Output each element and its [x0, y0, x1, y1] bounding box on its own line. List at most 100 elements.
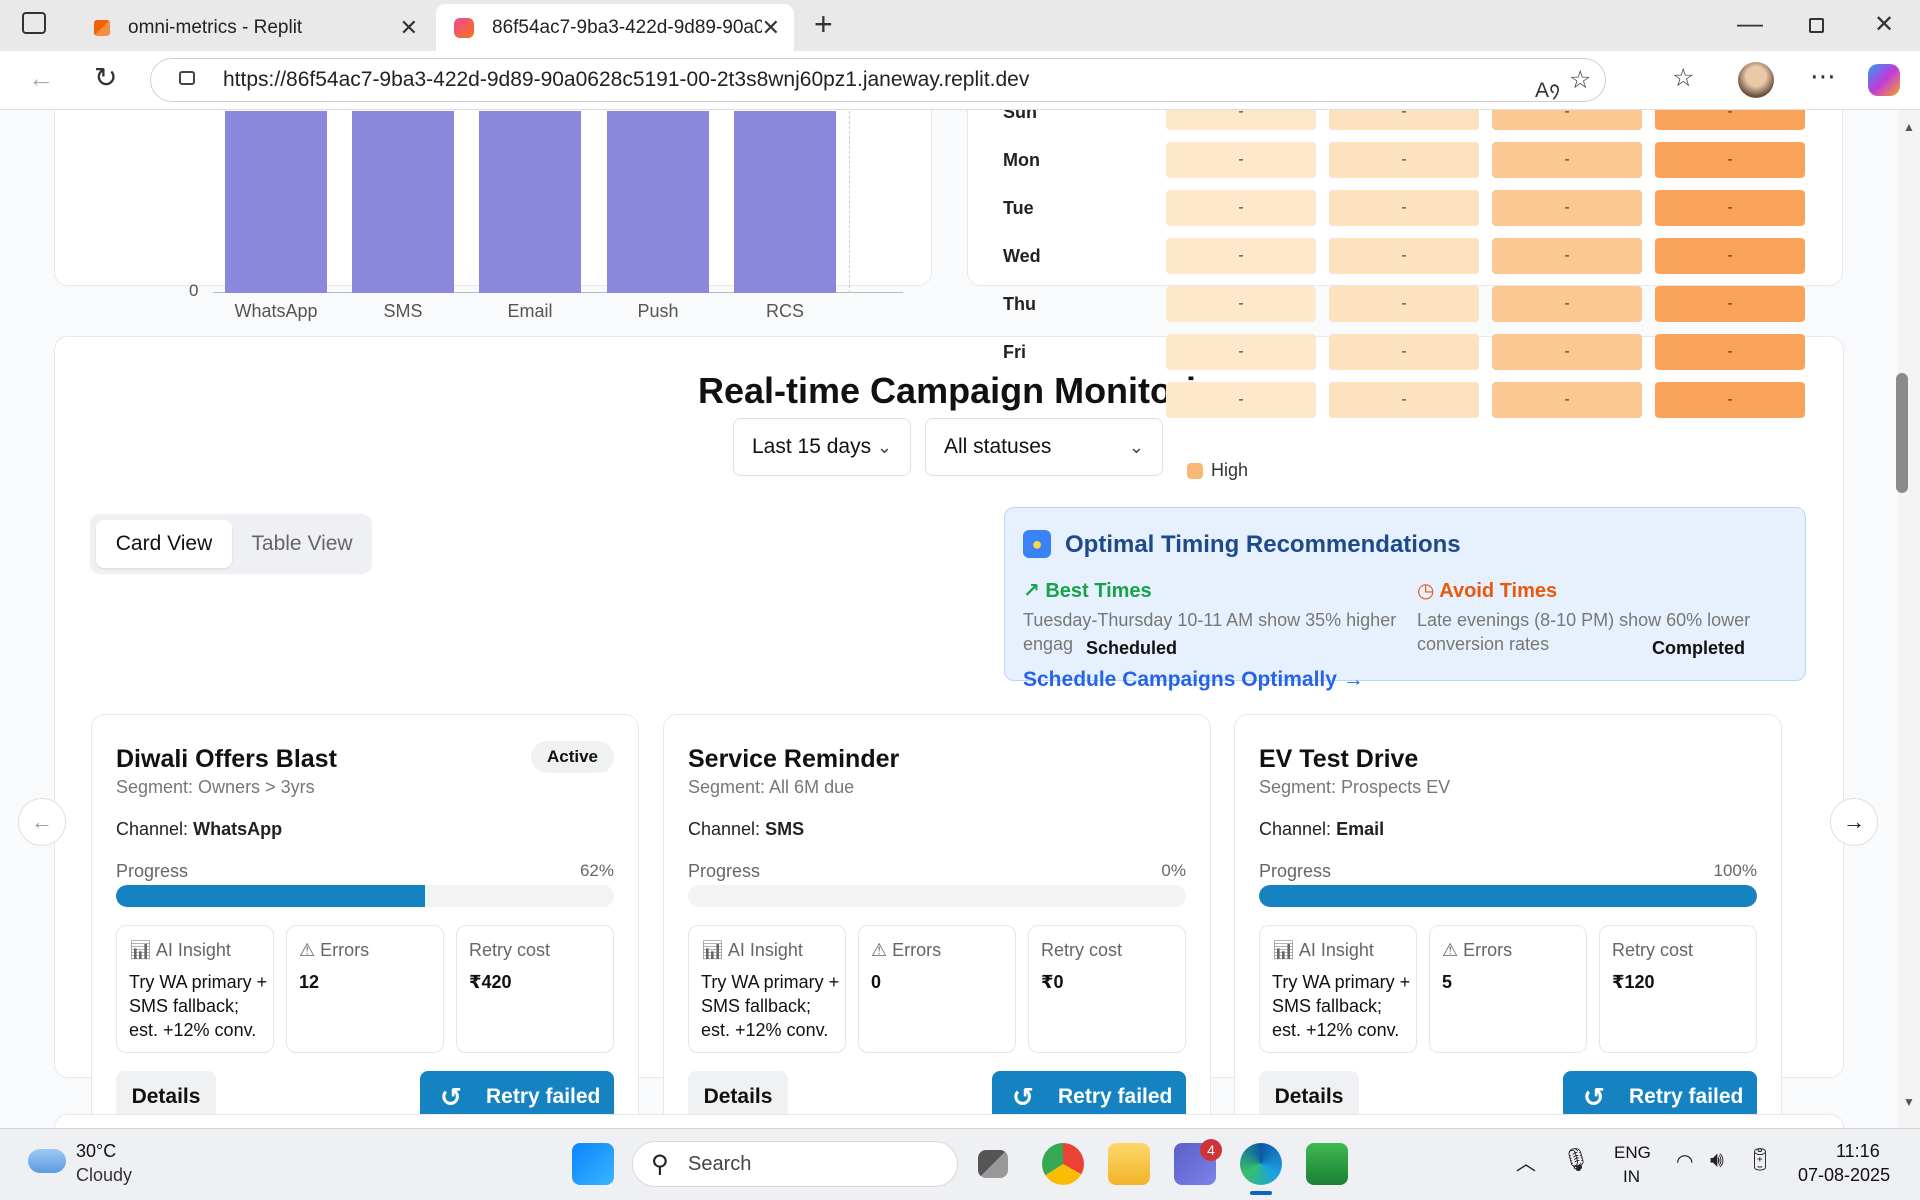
favorite-star-icon[interactable]: ☆ — [1569, 65, 1591, 95]
windows-start-icon[interactable] — [572, 1143, 614, 1185]
recommendations-title: Optimal Timing Recommendations — [1065, 531, 1461, 558]
channel-label: Channel: — [688, 819, 761, 839]
channel-value: Email — [1336, 819, 1385, 839]
heatmap-cell: - — [1166, 382, 1316, 418]
ai-insight-text: Try WA primary + SMS fallback; est. +12%… — [1272, 972, 1411, 1040]
progress-fill — [116, 885, 425, 907]
progress-value: 0% — [1161, 861, 1186, 880]
page-scrollbar[interactable]: ▲ ▼ — [1898, 110, 1920, 1128]
more-options-icon[interactable]: ⋯ — [1810, 61, 1836, 92]
ai-insight-header: 📊︎ AI Insight — [1272, 940, 1374, 961]
tab-omni-metrics[interactable]: omni-metrics - Replit ✕ — [76, 4, 432, 51]
volume-icon[interactable]: 🔊︎ — [1710, 1147, 1724, 1173]
bar-chart-icon: 📊︎ — [701, 940, 724, 960]
tab-card-view[interactable]: Card View — [96, 520, 232, 568]
language-bottom[interactable]: IN — [1623, 1167, 1640, 1187]
schedule-optimally-link[interactable]: Schedule Campaigns Optimally → — [1023, 668, 1364, 692]
heatmap-day-label: Tue — [1003, 198, 1034, 218]
wifi-icon[interactable]: ◠ — [1676, 1149, 1693, 1174]
channel-label: Channel: — [116, 819, 189, 839]
heatmap-cell: - — [1166, 110, 1316, 130]
task-view-icon[interactable] — [978, 1150, 1008, 1178]
bar-chart-icon: 📊︎ — [129, 940, 152, 960]
tab-active-app[interactable]: 86f54ac7-9ba3-422d-9d89-90a06 ✕ — [436, 4, 794, 51]
carousel-next-button[interactable]: → — [1830, 798, 1878, 846]
errors-label: Errors — [320, 940, 370, 960]
tab-actions-icon[interactable] — [22, 12, 46, 34]
remote-desktop-icon[interactable] — [1306, 1143, 1348, 1185]
campaign-card[interactable]: Diwali Offers Blast Active Segment: Owne… — [91, 714, 639, 1128]
scroll-down-icon[interactable]: ▼ — [1903, 1095, 1915, 1109]
heatmap-cell: - — [1166, 142, 1316, 178]
ai-insight-text: Try WA primary + SMS fallback; est. +12%… — [129, 972, 268, 1040]
legend-swatch — [1187, 462, 1203, 479]
teams-badge: 4 — [1200, 1139, 1222, 1161]
carousel-prev-button[interactable]: ← — [18, 798, 66, 846]
language-top[interactable]: ENG — [1614, 1143, 1651, 1163]
url-field[interactable]: https://86f54ac7-9ba3-422d-9d89-90a0628c… — [150, 58, 1606, 102]
retry-cost-value: ₹0 — [1041, 972, 1064, 992]
clock-time[interactable]: 11:16 — [1836, 1141, 1880, 1162]
campaign-segment: Segment: Prospects EV — [1259, 777, 1451, 797]
weather-temp[interactable]: 30°C — [76, 1141, 116, 1162]
weather-icon — [28, 1149, 66, 1173]
progress-fill — [1259, 885, 1757, 907]
heatmap-day-label: Thu — [1003, 294, 1036, 314]
warning-icon: ⚠ — [1442, 940, 1459, 960]
status-badge: Completed — [1652, 638, 1746, 658]
favorites-icon[interactable]: ☆ — [1672, 63, 1694, 93]
url-text: https://86f54ac7-9ba3-422d-9d89-90a0628c… — [223, 68, 1030, 91]
battery-icon[interactable]: 🔋︎ — [1746, 1147, 1774, 1173]
legend-high: High — [1187, 460, 1248, 481]
chrome-icon[interactable] — [1042, 1143, 1084, 1185]
lightbulb-icon: ● — [1023, 530, 1051, 558]
edge-active-indicator — [1250, 1191, 1272, 1195]
profile-avatar[interactable] — [1738, 62, 1774, 98]
heatmap-cell: - — [1329, 238, 1479, 274]
campaign-title: EV Test Drive — [1259, 745, 1419, 773]
heatmap-cell: - — [1655, 238, 1805, 274]
heatmap-cell: - — [1655, 142, 1805, 178]
read-aloud-icon[interactable]: A᠀ — [1535, 67, 1560, 104]
close-tab-icon[interactable]: ✕ — [762, 15, 780, 41]
taskbar-search[interactable]: ⚲ Search — [632, 1141, 958, 1187]
close-window-icon[interactable]: ✕ — [1874, 10, 1894, 39]
refresh-icon[interactable]: ↻ — [94, 61, 117, 94]
address-bar-row: ← ↻ https://86f54ac7-9ba3-422d-9d89-90a0… — [0, 51, 1920, 110]
campaign-card[interactable]: EV Test Drive Segment: Prospects EV Chan… — [1234, 714, 1782, 1128]
status-badge: Scheduled — [1086, 638, 1178, 658]
retry-label: Retry failed — [486, 1085, 601, 1108]
copilot-icon[interactable] — [1868, 64, 1900, 96]
scroll-up-icon[interactable]: ▲ — [1903, 120, 1915, 134]
close-tab-icon[interactable]: ✕ — [400, 15, 418, 41]
ai-insight-text: Try WA primary + SMS fallback; est. +12%… — [701, 972, 840, 1040]
bar-chart-icon: 📊︎ — [1272, 940, 1295, 960]
campaign-channel: Channel: WhatsApp — [116, 819, 282, 840]
minimize-icon[interactable]: — — [1737, 8, 1763, 39]
heatmap-cell: - — [1329, 190, 1479, 226]
show-hidden-icons[interactable]: ︿ — [1516, 1147, 1536, 1176]
restore-icon[interactable] — [1809, 18, 1824, 33]
file-explorer-icon[interactable] — [1108, 1143, 1150, 1185]
retry-cost-label: Retry cost — [1041, 940, 1123, 960]
retry-cost-value: ₹420 — [469, 972, 512, 992]
campaign-card[interactable]: Service Reminder Segment: All 6M due Cha… — [663, 714, 1211, 1128]
progress-bar — [1259, 885, 1757, 907]
mic-muted-icon[interactable]: 🎙︎ — [1562, 1147, 1590, 1173]
new-tab-icon[interactable]: + — [814, 6, 833, 43]
weather-desc[interactable]: Cloudy — [76, 1165, 132, 1186]
heatmap-cell: - — [1655, 110, 1805, 130]
errors-header: ⚠ Errors — [871, 940, 941, 961]
back-icon[interactable]: ← — [28, 63, 54, 94]
campaign-segment: Segment: Owners > 3yrs — [116, 777, 315, 797]
heatmap-day-label: Mon — [1003, 150, 1040, 170]
progress-label: Progress — [116, 861, 189, 881]
errors-box: ⚠ Errors 5 — [1429, 925, 1587, 1053]
ai-insight-header: 📊︎ AI Insight — [701, 940, 803, 961]
edge-icon[interactable] — [1240, 1143, 1282, 1185]
clock-date[interactable]: 07-08-2025 — [1798, 1165, 1890, 1186]
search-placeholder: Search — [688, 1153, 752, 1175]
tab-table-view[interactable]: Table View — [238, 520, 366, 568]
scrollbar-thumb[interactable] — [1896, 373, 1908, 493]
errors-value: 5 — [1442, 972, 1453, 992]
